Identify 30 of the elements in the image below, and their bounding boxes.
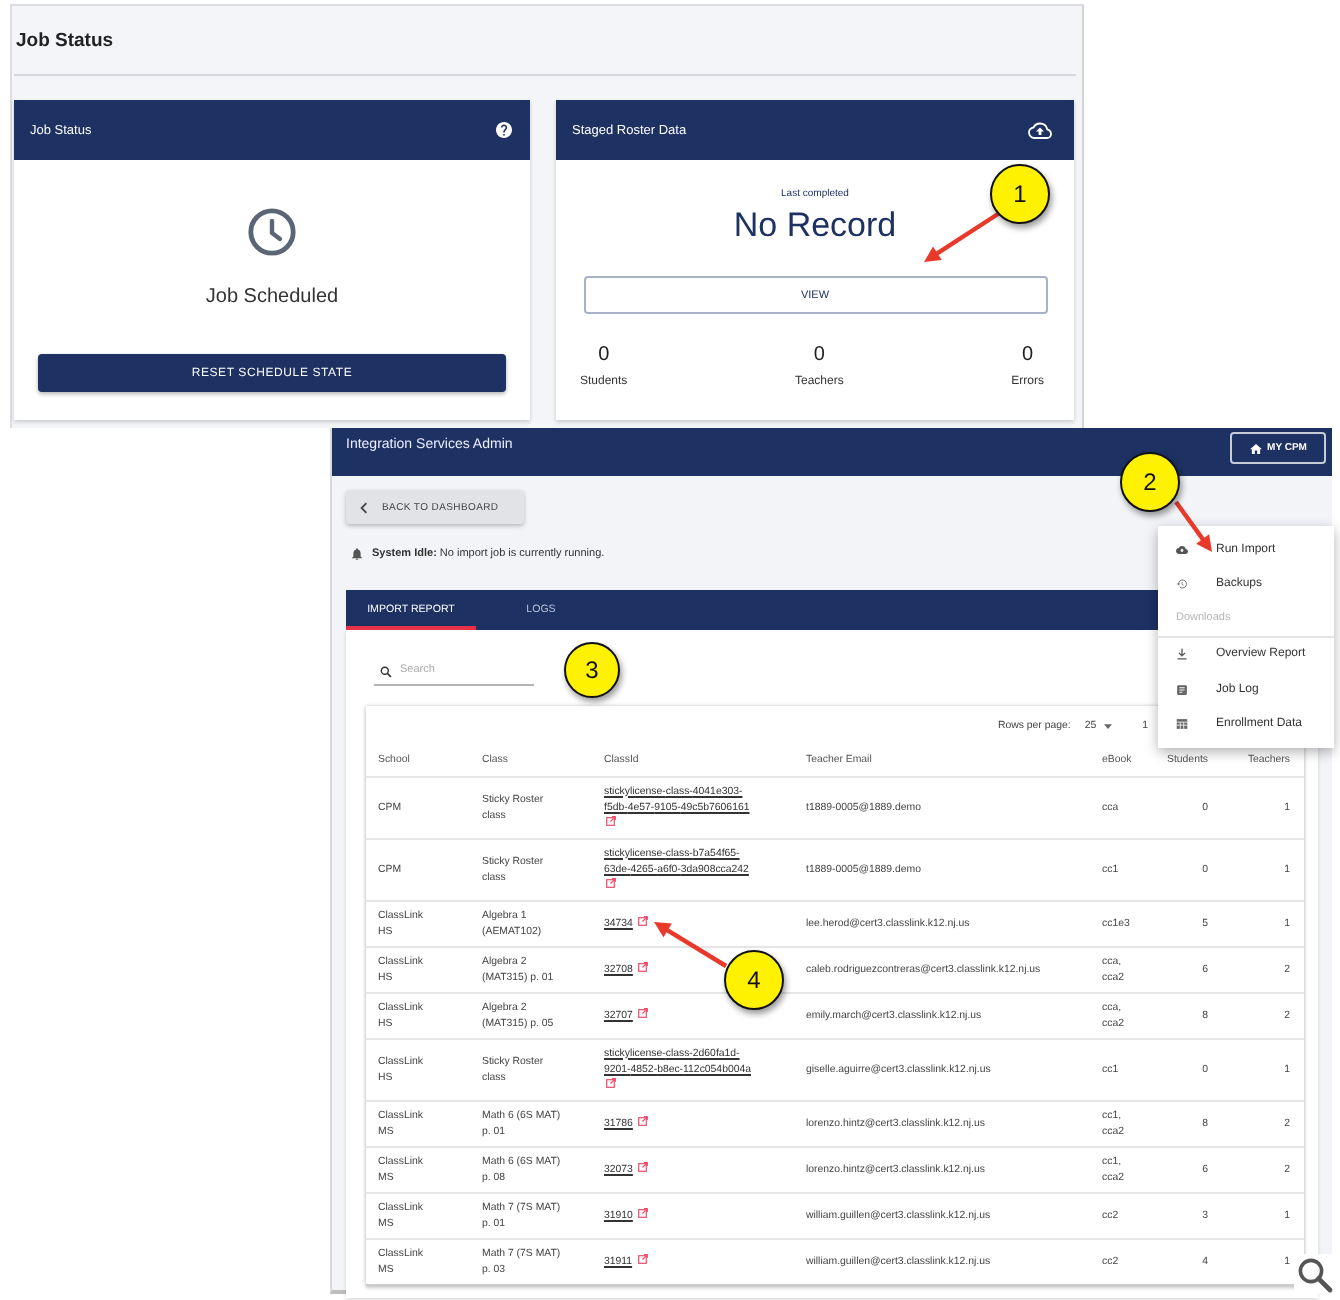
chevron-left-icon [360, 501, 368, 513]
cloud-upload-icon[interactable] [1028, 121, 1052, 139]
stat-value: 0 [813, 344, 825, 368]
help-icon[interactable] [496, 122, 512, 138]
external-link-icon[interactable] [637, 962, 648, 972]
table-icon [1176, 718, 1188, 731]
external-link-icon[interactable] [637, 1116, 648, 1126]
stat-value: 0 [1022, 344, 1034, 368]
external-link-icon[interactable] [637, 1162, 648, 1172]
history-icon [1176, 578, 1188, 591]
page-title: Job Status [16, 29, 114, 51]
external-link-icon[interactable] [637, 916, 648, 926]
home-icon [1249, 443, 1262, 453]
external-link-icon[interactable] [637, 1008, 648, 1018]
cloud-icon [1176, 543, 1188, 556]
external-link-icon[interactable] [606, 878, 616, 888]
search-icon [380, 665, 392, 677]
caret-icon [1104, 723, 1113, 729]
external-link-icon[interactable] [637, 1254, 647, 1264]
bell-icon [352, 548, 362, 560]
last-completed-value: No Record [733, 206, 897, 246]
clock-icon [248, 208, 296, 256]
external-link-icon[interactable] [637, 1208, 648, 1218]
stat-value: 0 [598, 344, 610, 368]
job-status-text: Job Scheduled [205, 286, 339, 310]
magnifier-icon[interactable] [1294, 1254, 1334, 1294]
external-link-icon[interactable] [606, 816, 616, 826]
download-icon [1176, 648, 1188, 661]
external-link-icon[interactable] [606, 1078, 616, 1088]
document-icon [1176, 683, 1188, 696]
